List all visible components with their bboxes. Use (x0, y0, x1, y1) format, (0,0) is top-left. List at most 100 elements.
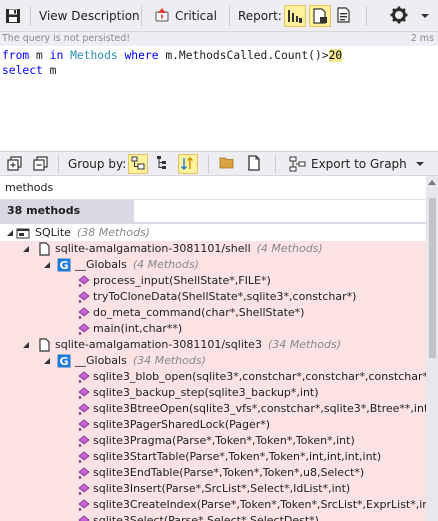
method-row[interactable]: do_meta_command(char*,ShellState*) (0, 305, 426, 321)
method-row[interactable]: tryToCloneData(ShellState*,sqlite3*,cons… (0, 289, 426, 305)
report-label: Report: (238, 9, 282, 23)
select-variable: m (49, 64, 57, 77)
method-name: tryToCloneData(ShellState*,sqlite3*,cons… (93, 290, 357, 303)
code-line-1: from m in Methods where m.MethodsCalled.… (2, 48, 343, 63)
critical-button[interactable]: Critical (153, 0, 217, 32)
results-scrollbar[interactable] (426, 176, 438, 521)
expanded-arrow-icon[interactable] (6, 229, 14, 237)
document-icon (248, 155, 260, 171)
method-icon (78, 323, 90, 335)
scroll-up-arrow-icon[interactable] (428, 180, 436, 185)
query-editor[interactable]: from m in Methods where m.MethodsCalled.… (0, 46, 438, 151)
collapse-all-icon (33, 156, 48, 171)
export-document-button[interactable] (245, 154, 265, 174)
report-label-container: Report: (238, 0, 282, 32)
export-to-graph-button[interactable]: Export to Graph (289, 152, 425, 175)
method-row[interactable]: sqlite3CreateIndex(Parse*,Token*,Token*,… (0, 497, 426, 513)
query-status-bar: The query is not persisted! 2 ms (0, 32, 438, 46)
method-name: sqlite3BtreeOpen(sqlite3_vfs*,constchar*… (93, 402, 426, 415)
code-line-2: select m (2, 63, 56, 78)
collapse-all-button[interactable] (31, 154, 51, 174)
method-name: sqlite3Pragma(Parse*,Token*,Token*,Token… (93, 434, 355, 447)
tree-row-sqlite3-assembly[interactable]: sqlite-amalgamation-3081101/sqlite3 (34 M… (0, 337, 426, 353)
keyword-from: from (2, 49, 30, 62)
results-tree[interactable]: SQLite (38 Methods) sqlite-amalgamation-3… (0, 224, 426, 521)
group-by-label-container: Group by: (68, 152, 126, 175)
toolbar-separator (208, 155, 209, 173)
sqlite3-name: sqlite-amalgamation-3081101/sqlite3 (55, 338, 262, 351)
method-row[interactable]: sqlite3Select(Parse*,Select*,SelectDest*… (0, 513, 426, 521)
hierarchy-icon (157, 156, 166, 169)
method-row[interactable]: process_input(ShellState*,FILE*) (0, 273, 426, 289)
chevron-down-icon (415, 161, 424, 166)
toolbar-dropdown-button[interactable] (420, 0, 430, 32)
gear-icon (390, 6, 408, 24)
root-name: SQLite (35, 226, 71, 239)
expand-all-icon (7, 156, 22, 171)
keyword-where: where (124, 49, 159, 62)
settings-button[interactable] (389, 5, 411, 27)
method-row[interactable]: sqlite3StartTable(Parse*,Token*,Token*,i… (0, 449, 426, 465)
method-icon (78, 403, 90, 415)
method-icon (78, 499, 90, 511)
toolbar-separator (30, 6, 31, 26)
tree-row-sqlite3-globals[interactable]: G __Globals (34 Methods) (0, 353, 426, 369)
toolbar-separator (275, 155, 276, 173)
expanded-arrow-icon[interactable] (43, 357, 51, 365)
scrollbar-thumb[interactable] (429, 198, 436, 358)
type-methods: Methods (70, 49, 118, 62)
editor-scrollbar[interactable] (426, 46, 438, 151)
method-name: sqlite3Insert(Parse*,SrcList*,Select*,Id… (93, 482, 351, 495)
method-row[interactable]: main(int,char**) (0, 321, 426, 337)
method-row[interactable]: sqlite3Insert(Parse*,SrcList*,Select*,Id… (0, 481, 426, 497)
chevron-down-icon (421, 14, 429, 18)
tree-row-root[interactable]: SQLite (38 Methods) (0, 225, 426, 241)
tree-row-shell-globals[interactable]: G __Globals (4 Methods) (0, 257, 426, 273)
view-description-button[interactable]: View Description (39, 0, 140, 32)
group-by-flat-button[interactable] (178, 154, 198, 174)
tree-label-shell: sqlite-amalgamation-3081101/shell (4 Meth… (55, 241, 323, 257)
root-count: (38 Methods) (76, 226, 150, 239)
tree-label-shell-globals: __Globals (4 Methods) (75, 257, 199, 273)
method-row[interactable]: sqlite3PagerSharedLock(Pager*) (0, 417, 426, 433)
shell-globals-name: __Globals (75, 258, 127, 271)
expanded-arrow-icon[interactable] (43, 261, 51, 269)
method-icon (78, 483, 90, 495)
method-row[interactable]: sqlite3Pragma(Parse*,Token*,Token*,Token… (0, 433, 426, 449)
toolbar-separator (366, 6, 367, 26)
toolbar-separator (141, 6, 142, 26)
group-by-hierarchy-button[interactable] (153, 154, 173, 174)
method-icon (78, 291, 90, 303)
report-list-button[interactable] (334, 5, 356, 27)
method-icon (78, 467, 90, 479)
open-folder-button[interactable] (218, 154, 238, 174)
method-row[interactable]: sqlite3_backup_step(sqlite3_backup*,int) (0, 385, 426, 401)
tree-row-shell-assembly[interactable]: sqlite-amalgamation-3081101/shell (4 Meth… (0, 241, 426, 257)
sqlite3-globals-count: (34 Methods) (132, 354, 206, 367)
tree-label-root: SQLite (38 Methods) (35, 225, 150, 241)
method-row[interactable]: sqlite3BtreeOpen(sqlite3_vfs*,constchar*… (0, 401, 426, 417)
method-name: sqlite3_blob_open(sqlite3*,constchar*,co… (93, 370, 426, 383)
condition-expression: m.MethodsCalled.Count()> (165, 49, 329, 62)
bar-chart-icon (288, 10, 302, 23)
report-chart-button[interactable] (284, 5, 306, 27)
tree-label-sqlite3: sqlite-amalgamation-3081101/sqlite3 (34 M… (55, 337, 341, 353)
save-query-button[interactable] (4, 0, 22, 32)
svg-text:G: G (59, 355, 68, 368)
method-row[interactable]: sqlite3_blob_open(sqlite3*,constchar*,co… (0, 369, 426, 385)
method-name: main(int,char**) (93, 322, 183, 335)
report-document-button[interactable] (309, 5, 331, 27)
group-by-namespace-button[interactable] (128, 154, 148, 174)
results-filter-input[interactable]: methods (0, 176, 438, 200)
expand-all-button[interactable] (5, 154, 25, 174)
results-filter-value: methods (5, 181, 54, 194)
method-row[interactable]: sqlite3EndTable(Parse*,Token*,Token*,u8,… (0, 465, 426, 481)
expanded-arrow-icon[interactable] (22, 245, 30, 253)
method-name: sqlite3EndTable(Parse*,Token*,Token*,u8,… (93, 466, 365, 479)
expanded-arrow-icon[interactable] (22, 341, 30, 349)
sort-arrows-icon (181, 157, 193, 170)
not-persisted-message: The query is not persisted! (2, 33, 131, 44)
svg-text:G: G (59, 259, 68, 272)
method-icon (78, 451, 90, 463)
method-icon (78, 307, 90, 319)
